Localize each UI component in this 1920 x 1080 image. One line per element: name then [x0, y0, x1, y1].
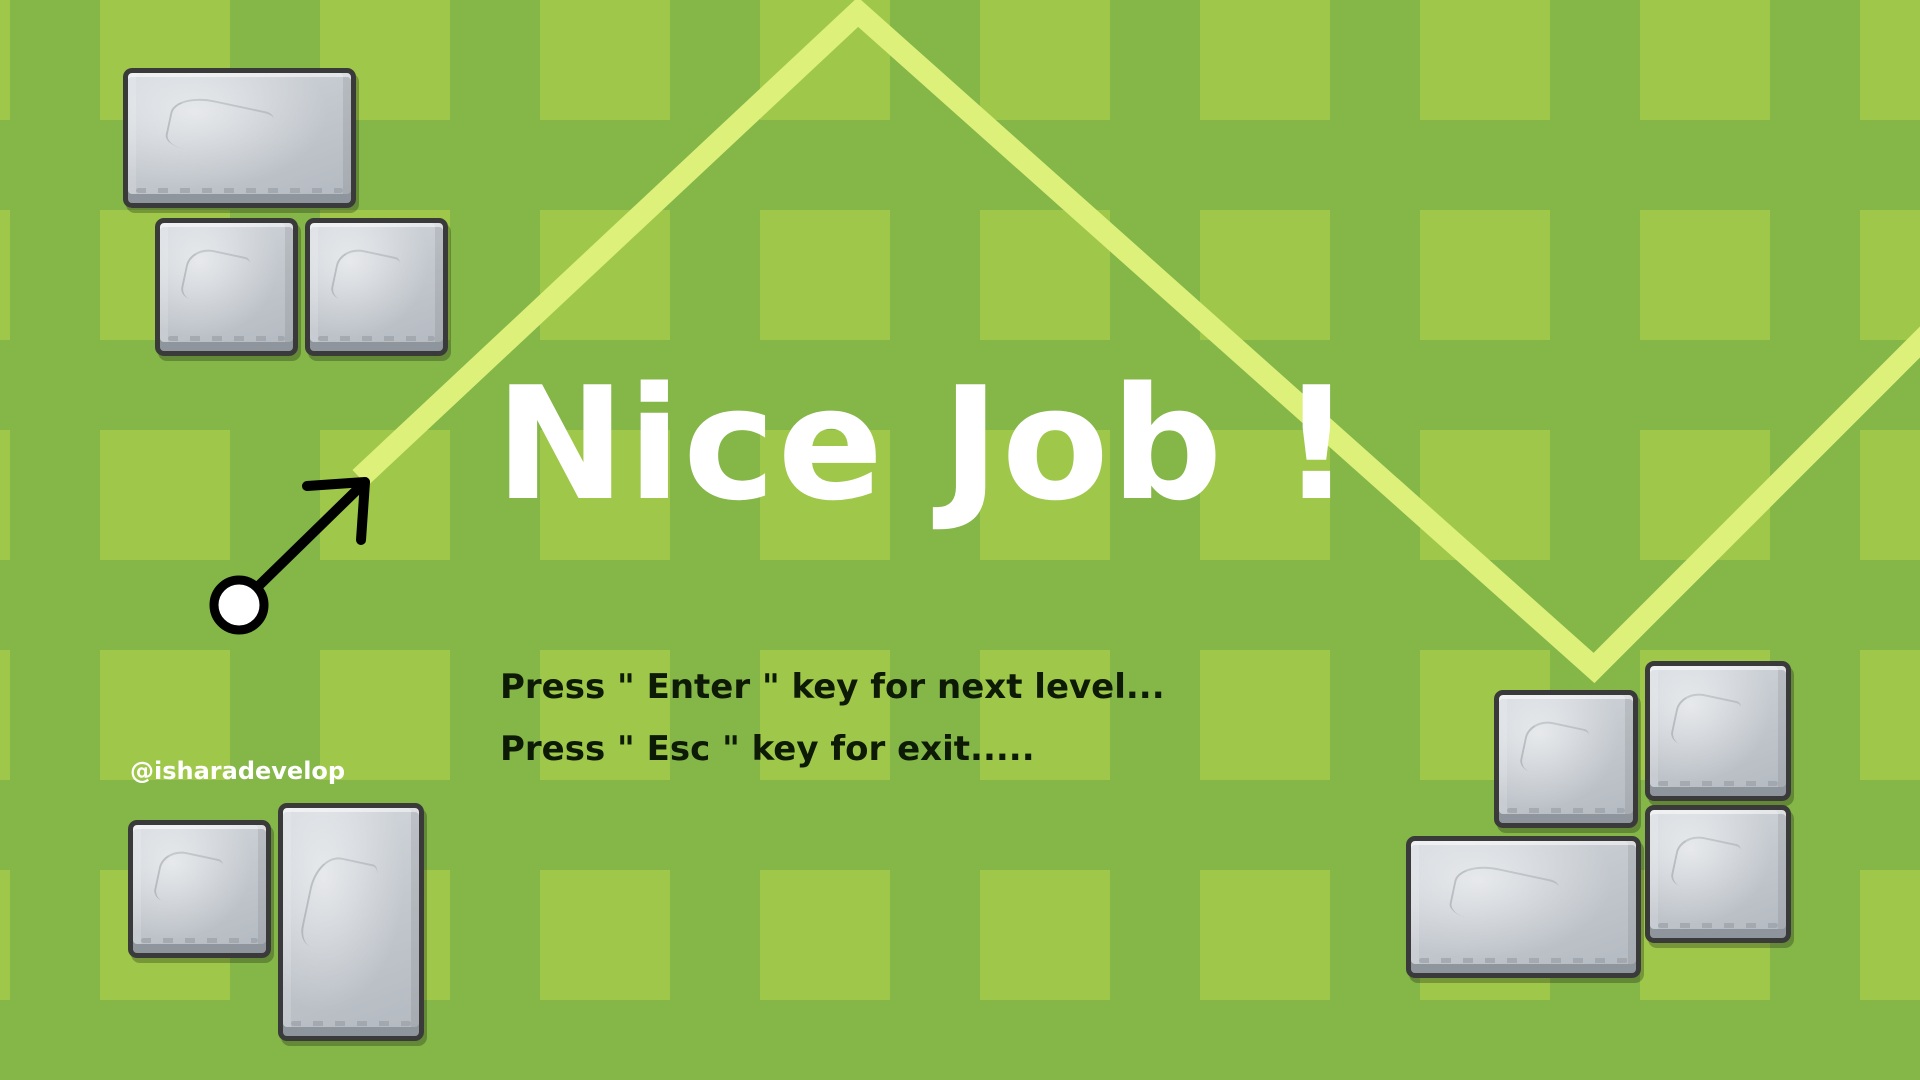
game-scene: Nice Job ! Press " Enter " key for next … — [0, 0, 1920, 1080]
ball-icon — [209, 575, 269, 635]
stone-block — [1406, 836, 1641, 978]
stone-block — [1494, 690, 1638, 828]
stone-block — [123, 68, 356, 208]
stone-block — [278, 803, 424, 1041]
stone-block — [1645, 805, 1791, 943]
zigzag-path — [352, 0, 1920, 684]
exit-hint: Press " Esc " key for exit..... — [500, 729, 1035, 769]
ball-launcher — [209, 477, 370, 635]
author-watermark: @isharadevelop — [130, 757, 346, 785]
stone-block — [305, 218, 448, 356]
stone-block — [155, 218, 298, 356]
level-complete-title: Nice Job ! — [495, 353, 1354, 535]
stone-block — [128, 820, 271, 958]
next-level-hint: Press " Enter " key for next level... — [500, 667, 1165, 707]
stone-block — [1645, 661, 1791, 801]
